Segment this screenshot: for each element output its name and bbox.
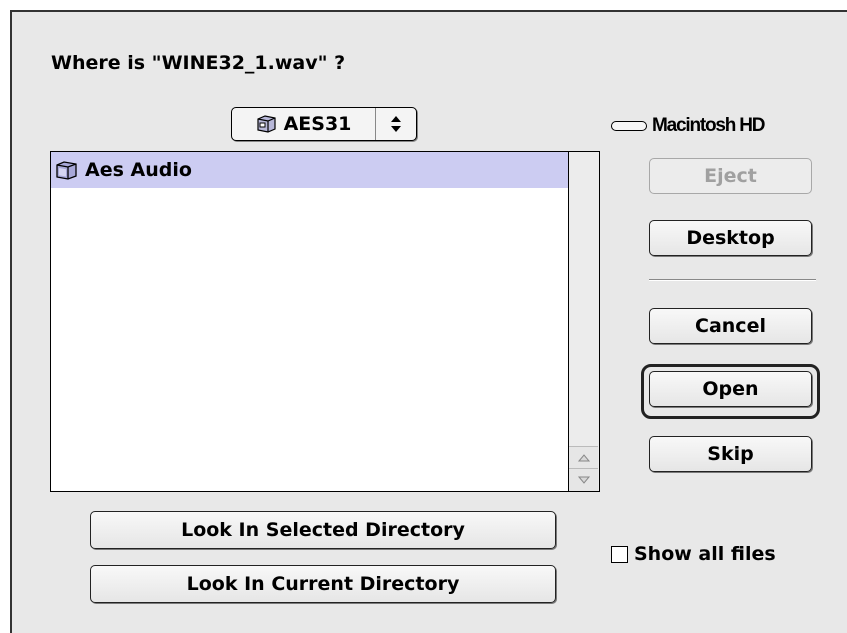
file-list-items[interactable]: Aes Audio [51, 152, 569, 491]
open-button[interactable]: Open [649, 371, 812, 407]
show-all-files-label[interactable]: Show all files [634, 543, 776, 565]
popup-arrows-icon[interactable] [376, 108, 416, 140]
desktop-button[interactable]: Desktop [649, 220, 812, 256]
volume-name: Macintosh HD [652, 115, 765, 136]
volume-indicator: Macintosh HD [611, 115, 765, 137]
hard-disk-icon [611, 121, 647, 131]
dialog-prompt: Where is "WINE32_1.wav" ? [51, 52, 346, 74]
eject-button[interactable]: Eject [649, 158, 812, 194]
folder-popup-label: AES31 [283, 113, 352, 135]
folder-network-icon [256, 114, 278, 134]
skip-button[interactable]: Skip [649, 436, 812, 472]
look-in-selected-directory-button[interactable]: Look In Selected Directory [90, 511, 556, 549]
folder-icon [55, 159, 79, 181]
folder-popup-menu[interactable]: AES31 [231, 107, 417, 141]
show-all-files-option[interactable]: Show all files [611, 543, 776, 565]
cancel-button[interactable]: Cancel [649, 308, 812, 344]
file-locate-dialog: Where is "WINE32_1.wav" ? AES31 Macintos… [10, 10, 847, 633]
folder-popup-current[interactable]: AES31 [232, 108, 376, 140]
button-divider [649, 279, 816, 281]
look-in-current-directory-button[interactable]: Look In Current Directory [90, 565, 556, 603]
scroll-down-arrow-icon[interactable] [569, 468, 598, 491]
scroll-up-arrow-icon[interactable] [569, 446, 598, 469]
vertical-scrollbar[interactable] [568, 152, 599, 491]
list-item[interactable]: Aes Audio [51, 152, 569, 188]
list-item-label: Aes Audio [85, 159, 192, 181]
file-list[interactable]: Aes Audio [50, 151, 600, 492]
show-all-files-checkbox[interactable] [611, 545, 628, 563]
